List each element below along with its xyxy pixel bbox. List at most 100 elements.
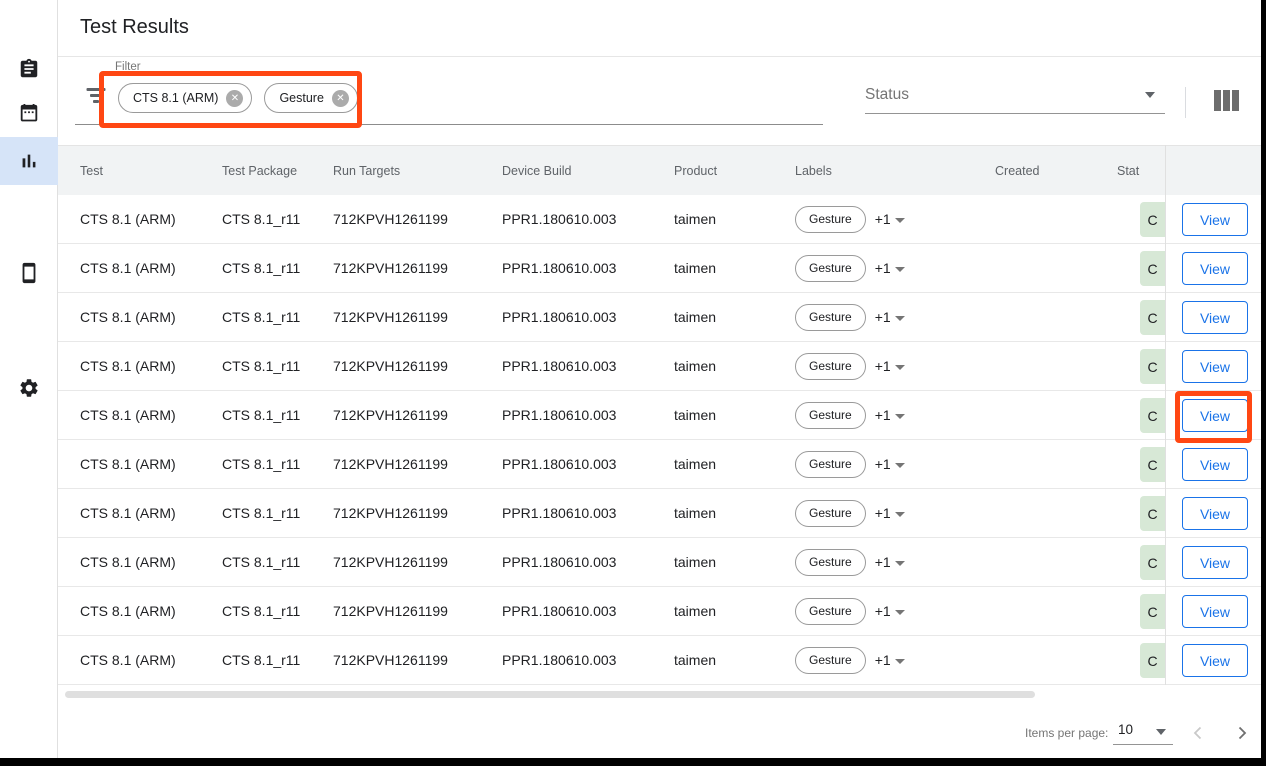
screen-edge-bottom	[0, 758, 1266, 766]
status-badge: C	[1140, 643, 1165, 678]
filter-chip-gesture[interactable]: Gesture ✕	[264, 83, 357, 113]
cell-labels: Gesture +1	[795, 538, 905, 586]
cell-device-build: PPR1.180610.003	[502, 293, 616, 341]
labels-more-dropdown[interactable]: +1	[875, 407, 905, 423]
labels-more-count: +1	[875, 456, 891, 472]
sidebar-item-schedule[interactable]	[0, 91, 58, 139]
filter-chip-cts[interactable]: CTS 8.1 (ARM) ✕	[118, 83, 252, 113]
column-header-product: Product	[674, 146, 717, 196]
column-header-test: Test	[80, 146, 103, 196]
labels-more-dropdown[interactable]: +1	[875, 505, 905, 521]
label-chip: Gesture	[795, 500, 866, 527]
sidebar	[0, 0, 58, 758]
sidebar-item-devices[interactable]	[0, 249, 58, 297]
chip-remove-icon[interactable]: ✕	[226, 90, 243, 107]
cell-product: taimen	[674, 440, 716, 488]
labels-more-count: +1	[875, 652, 891, 668]
sidebar-item-test-results[interactable]	[0, 137, 58, 185]
dropdown-arrow-icon	[895, 512, 905, 517]
results-table: Test Test Package Run Targets Device Bui…	[58, 145, 1261, 685]
labels-more-dropdown[interactable]: +1	[875, 309, 905, 325]
cell-run-targets: 712KPVH1261199	[333, 440, 448, 488]
labels-more-dropdown[interactable]: +1	[875, 554, 905, 570]
status-dropdown-placeholder: Status	[865, 86, 909, 104]
cell-product: taimen	[674, 391, 716, 439]
labels-more-count: +1	[875, 407, 891, 423]
dropdown-arrow-icon	[895, 463, 905, 468]
dropdown-arrow-icon[interactable]	[1156, 729, 1166, 735]
items-per-page-label: Items per page:	[1025, 726, 1108, 740]
table-row: CTS 8.1 (ARM) CTS 8.1_r11 712KPVH1261199…	[58, 489, 1261, 538]
column-header-device-build: Device Build	[502, 146, 571, 196]
label-chip: Gesture	[795, 549, 866, 576]
cell-device-build: PPR1.180610.003	[502, 587, 616, 635]
view-button[interactable]: View	[1182, 350, 1248, 383]
view-button[interactable]: View	[1182, 252, 1248, 285]
view-button[interactable]: View	[1182, 497, 1248, 530]
labels-more-dropdown[interactable]: +1	[875, 211, 905, 227]
action-column-divider	[1165, 145, 1166, 685]
screen-edge-right	[1261, 0, 1266, 766]
table-row: CTS 8.1 (ARM) CTS 8.1_r11 712KPVH1261199…	[58, 195, 1261, 244]
view-columns-button[interactable]	[1214, 90, 1240, 112]
cell-test: CTS 8.1 (ARM)	[80, 440, 176, 488]
cell-product: taimen	[674, 244, 716, 292]
status-dropdown[interactable]: Status	[865, 79, 1165, 114]
table-row: CTS 8.1 (ARM) CTS 8.1_r11 712KPVH1261199…	[58, 244, 1261, 293]
chevron-right-icon	[1234, 725, 1250, 741]
table-row: CTS 8.1 (ARM) CTS 8.1_r11 712KPVH1261199…	[58, 342, 1261, 391]
view-button[interactable]: View	[1182, 644, 1248, 677]
column-header-labels: Labels	[795, 146, 832, 196]
app-window: Test Results Filter CTS 8.1 (ARM) ✕ Gest…	[0, 0, 1266, 766]
sidebar-item-settings[interactable]	[0, 364, 58, 412]
cell-product: taimen	[674, 636, 716, 684]
previous-page-button[interactable]	[1190, 725, 1206, 741]
cell-labels: Gesture +1	[795, 342, 905, 390]
cell-test: CTS 8.1 (ARM)	[80, 489, 176, 537]
cell-run-targets: 712KPVH1261199	[333, 391, 448, 439]
cell-labels: Gesture +1	[795, 440, 905, 488]
toolbar-divider	[1185, 87, 1186, 118]
dropdown-arrow-icon	[895, 267, 905, 272]
cell-test-package: CTS 8.1_r11	[222, 538, 300, 586]
labels-more-count: +1	[875, 358, 891, 374]
filter-input-underline[interactable]	[75, 124, 823, 125]
next-page-button[interactable]	[1234, 725, 1250, 741]
cell-labels: Gesture +1	[795, 489, 905, 537]
filter-chip-label: CTS 8.1 (ARM)	[133, 91, 218, 105]
horizontal-scrollbar-thumb[interactable]	[65, 691, 1035, 698]
table-row: CTS 8.1 (ARM) CTS 8.1_r11 712KPVH1261199…	[58, 440, 1261, 489]
view-button[interactable]: View	[1182, 546, 1248, 579]
labels-more-count: +1	[875, 554, 891, 570]
status-badge: C	[1140, 496, 1165, 531]
page-title: Test Results	[80, 16, 189, 39]
view-button[interactable]: View	[1182, 301, 1248, 334]
cell-device-build: PPR1.180610.003	[502, 489, 616, 537]
labels-more-dropdown[interactable]: +1	[875, 260, 905, 276]
view-button[interactable]: View	[1182, 448, 1248, 481]
column-header-created: Created	[995, 146, 1039, 196]
view-button[interactable]: View	[1182, 595, 1248, 628]
dropdown-arrow-icon	[895, 218, 905, 223]
items-per-page-value[interactable]: 10	[1118, 722, 1133, 737]
cell-device-build: PPR1.180610.003	[502, 195, 616, 243]
labels-more-count: +1	[875, 211, 891, 227]
status-badge: C	[1140, 300, 1165, 335]
labels-more-dropdown[interactable]: +1	[875, 652, 905, 668]
view-button[interactable]: View	[1182, 399, 1248, 432]
column-header-status: Stat	[1117, 146, 1139, 196]
chip-remove-icon[interactable]: ✕	[332, 90, 349, 107]
cell-test-package: CTS 8.1_r11	[222, 391, 300, 439]
label-chip: Gesture	[795, 304, 866, 331]
cell-run-targets: 712KPVH1261199	[333, 636, 448, 684]
sidebar-item-test-plans[interactable]	[0, 45, 58, 93]
labels-more-count: +1	[875, 260, 891, 276]
filter-bar: Filter CTS 8.1 (ARM) ✕ Gesture ✕ Status	[58, 57, 1261, 145]
labels-more-dropdown[interactable]: +1	[875, 358, 905, 374]
labels-more-dropdown[interactable]: +1	[875, 456, 905, 472]
view-button[interactable]: View	[1182, 203, 1248, 236]
labels-more-dropdown[interactable]: +1	[875, 603, 905, 619]
cell-test-package: CTS 8.1_r11	[222, 587, 300, 635]
dropdown-arrow-icon	[895, 610, 905, 615]
settings-icon	[18, 377, 40, 399]
